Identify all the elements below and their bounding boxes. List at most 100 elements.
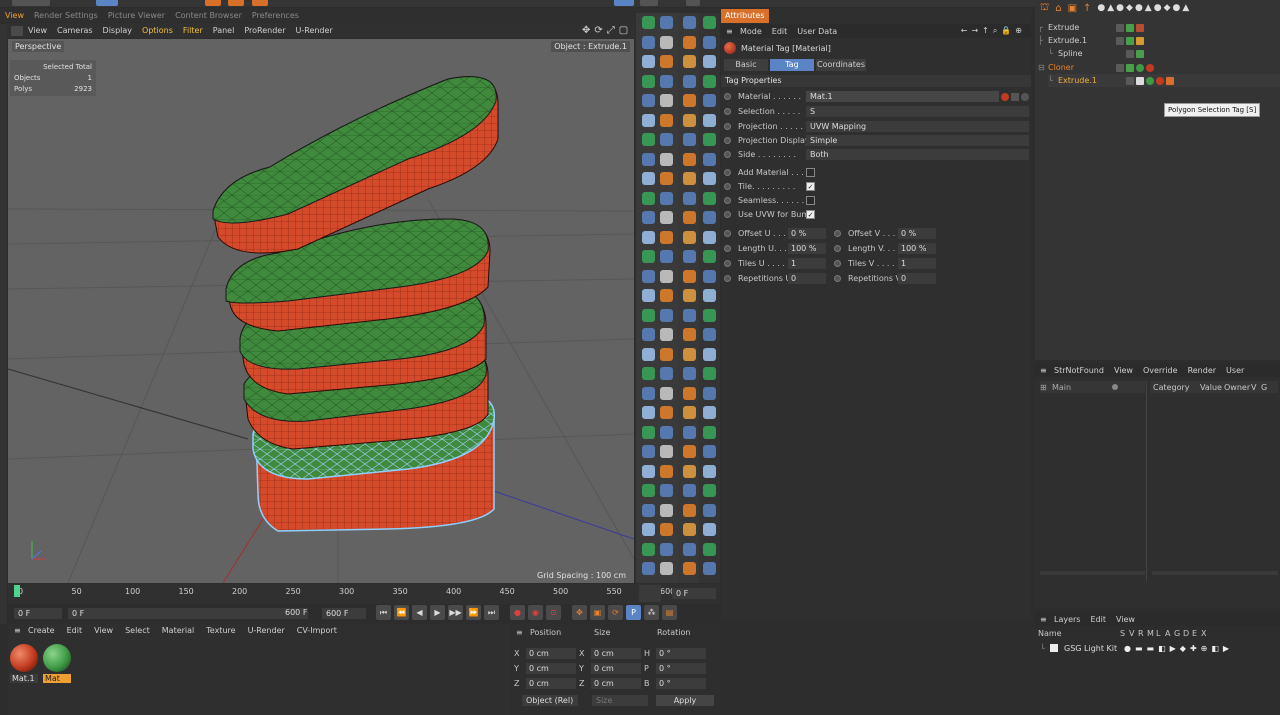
- coord-field[interactable]: 0 cm: [526, 663, 576, 674]
- tool-icon[interactable]: [642, 230, 655, 244]
- tool-icon[interactable]: [683, 55, 696, 68]
- uvw-bump-checkbox[interactable]: ✓: [806, 210, 815, 219]
- animate-dot[interactable]: [724, 183, 731, 190]
- offset-v-field[interactable]: 0 %: [898, 228, 936, 239]
- toolbar-button[interactable]: [205, 0, 221, 6]
- tool-icon[interactable]: [683, 289, 696, 302]
- tool-icon[interactable]: [660, 367, 673, 380]
- tool-icon[interactable]: [703, 328, 716, 341]
- tool-icon[interactable]: [683, 425, 696, 439]
- menu-cv-import[interactable]: CV-Import: [291, 626, 343, 635]
- nav-arrows-icon[interactable]: ←→↑⌕🔒⊕: [956, 26, 1031, 36]
- tool-icon[interactable]: [683, 191, 696, 205]
- object-row-selected[interactable]: └ Extrude.1: [1048, 74, 1280, 87]
- tool-icon[interactable]: [642, 113, 655, 127]
- animate-dot[interactable]: [834, 260, 841, 267]
- viewport-nav-icons[interactable]: ✥⟳⤢▢: [582, 25, 632, 36]
- tool-icon[interactable]: [703, 16, 716, 29]
- tool-icon[interactable]: [703, 347, 716, 361]
- object-flags-icon[interactable]: [1126, 76, 1174, 85]
- animate-dot[interactable]: [724, 197, 731, 204]
- tool-icon[interactable]: [703, 55, 716, 68]
- tool-icon[interactable]: [703, 562, 716, 575]
- tool-icon[interactable]: [642, 191, 655, 205]
- tool-icon[interactable]: [703, 250, 716, 263]
- menu-icon[interactable]: ≡: [8, 626, 22, 635]
- tool-icon[interactable]: [703, 308, 716, 322]
- tool-icon[interactable]: [683, 94, 696, 107]
- menu-u-render[interactable]: U-Render: [242, 626, 291, 635]
- tool-icon[interactable]: [683, 269, 696, 283]
- menu-mode[interactable]: Mode: [735, 27, 767, 36]
- perspective-viewport[interactable]: Perspective Selected Total Objects 1 Poly…: [8, 39, 634, 583]
- tool-icon[interactable]: [703, 269, 716, 283]
- tool-icon[interactable]: [683, 308, 696, 322]
- object-tool-icon[interactable]: ⌂: [1055, 3, 1061, 14]
- tool-icon[interactable]: [683, 133, 696, 146]
- tool-icon[interactable]: [660, 562, 673, 575]
- tool-icon[interactable]: [660, 191, 673, 205]
- preview-end-field[interactable]: 600 F: [322, 608, 366, 619]
- menu-icon[interactable]: ≡: [516, 628, 530, 637]
- animate-dot[interactable]: [724, 169, 731, 176]
- menu-filter[interactable]: Filter: [178, 26, 208, 35]
- tool-icon[interactable]: [660, 16, 673, 29]
- tool-icon[interactable]: [660, 74, 673, 88]
- record-icon[interactable]: ●: [510, 605, 525, 620]
- animate-dot[interactable]: [724, 137, 731, 144]
- toolbar-button[interactable]: [12, 0, 50, 6]
- frame-field-right[interactable]: 0 F: [672, 588, 716, 599]
- menu-cameras[interactable]: Cameras: [52, 26, 98, 35]
- tool-icon[interactable]: [642, 464, 655, 478]
- tool-icon[interactable]: [660, 230, 673, 244]
- size-mode-select[interactable]: Size: [592, 695, 648, 706]
- start-frame-field[interactable]: 0 F: [14, 608, 62, 619]
- tool-icon[interactable]: [660, 308, 673, 322]
- tool-icon[interactable]: [683, 503, 696, 517]
- object-flags-icon[interactable]: [1116, 63, 1154, 72]
- tool-icon[interactable]: [703, 113, 716, 127]
- tool-icon[interactable]: [642, 406, 655, 419]
- animate-dot[interactable]: [724, 123, 731, 130]
- apply-button[interactable]: Apply: [656, 695, 714, 706]
- tool-icon[interactable]: [703, 386, 716, 400]
- object-name[interactable]: Extrude.1: [1058, 76, 1124, 85]
- tool-icon[interactable]: [642, 308, 655, 322]
- tiles-v-field[interactable]: 1: [898, 258, 936, 269]
- menu-layers[interactable]: Layers: [1049, 615, 1085, 624]
- length-u-field[interactable]: 100 %: [788, 243, 826, 254]
- tool-icon[interactable]: [660, 113, 673, 127]
- prev-key-icon[interactable]: ⏪: [394, 605, 409, 620]
- tool-icon[interactable]: [660, 211, 673, 224]
- go-start-icon[interactable]: ⏮: [376, 605, 391, 620]
- object-flags-icon[interactable]: [1126, 49, 1144, 58]
- viewport-name[interactable]: Perspective: [12, 41, 65, 52]
- tree-item-main[interactable]: ⊞ Main: [1040, 381, 1145, 393]
- keyframe-icon[interactable]: ⊙: [546, 605, 561, 620]
- tool-icon[interactable]: [703, 523, 716, 536]
- tool-icon[interactable]: [683, 172, 696, 185]
- tool-icon[interactable]: [683, 250, 696, 263]
- tool-icon[interactable]: [660, 328, 673, 341]
- tab-tag[interactable]: Tag: [770, 59, 814, 71]
- material-link-field[interactable]: Mat.1: [806, 91, 999, 102]
- menu-prorender[interactable]: ProRender: [239, 26, 290, 35]
- coord-field[interactable]: 0 cm: [591, 663, 641, 674]
- next-key-icon[interactable]: ⏩: [466, 605, 481, 620]
- object-row[interactable]: └ Spline: [1048, 47, 1280, 60]
- tool-icon[interactable]: [683, 484, 696, 497]
- object-row[interactable]: ⊟ Cloner: [1038, 61, 1278, 74]
- tool-icon[interactable]: [703, 35, 716, 49]
- tool-icon[interactable]: [642, 211, 655, 224]
- tool-icon[interactable]: [683, 367, 696, 380]
- tool-icon[interactable]: [642, 35, 655, 49]
- tool-icon[interactable]: [703, 445, 716, 458]
- tool-icon[interactable]: [642, 386, 655, 400]
- animate-dot[interactable]: [724, 260, 731, 267]
- tool-icon[interactable]: [642, 172, 655, 185]
- side-select[interactable]: Both: [806, 149, 1029, 160]
- animate-dot[interactable]: [834, 275, 841, 282]
- tool-icon[interactable]: [660, 35, 673, 49]
- layer-flags-icons[interactable]: ●▬▬◧▶◆✚⊕◧▶: [1124, 644, 1233, 653]
- repetitions-u-field[interactable]: 0: [788, 273, 826, 284]
